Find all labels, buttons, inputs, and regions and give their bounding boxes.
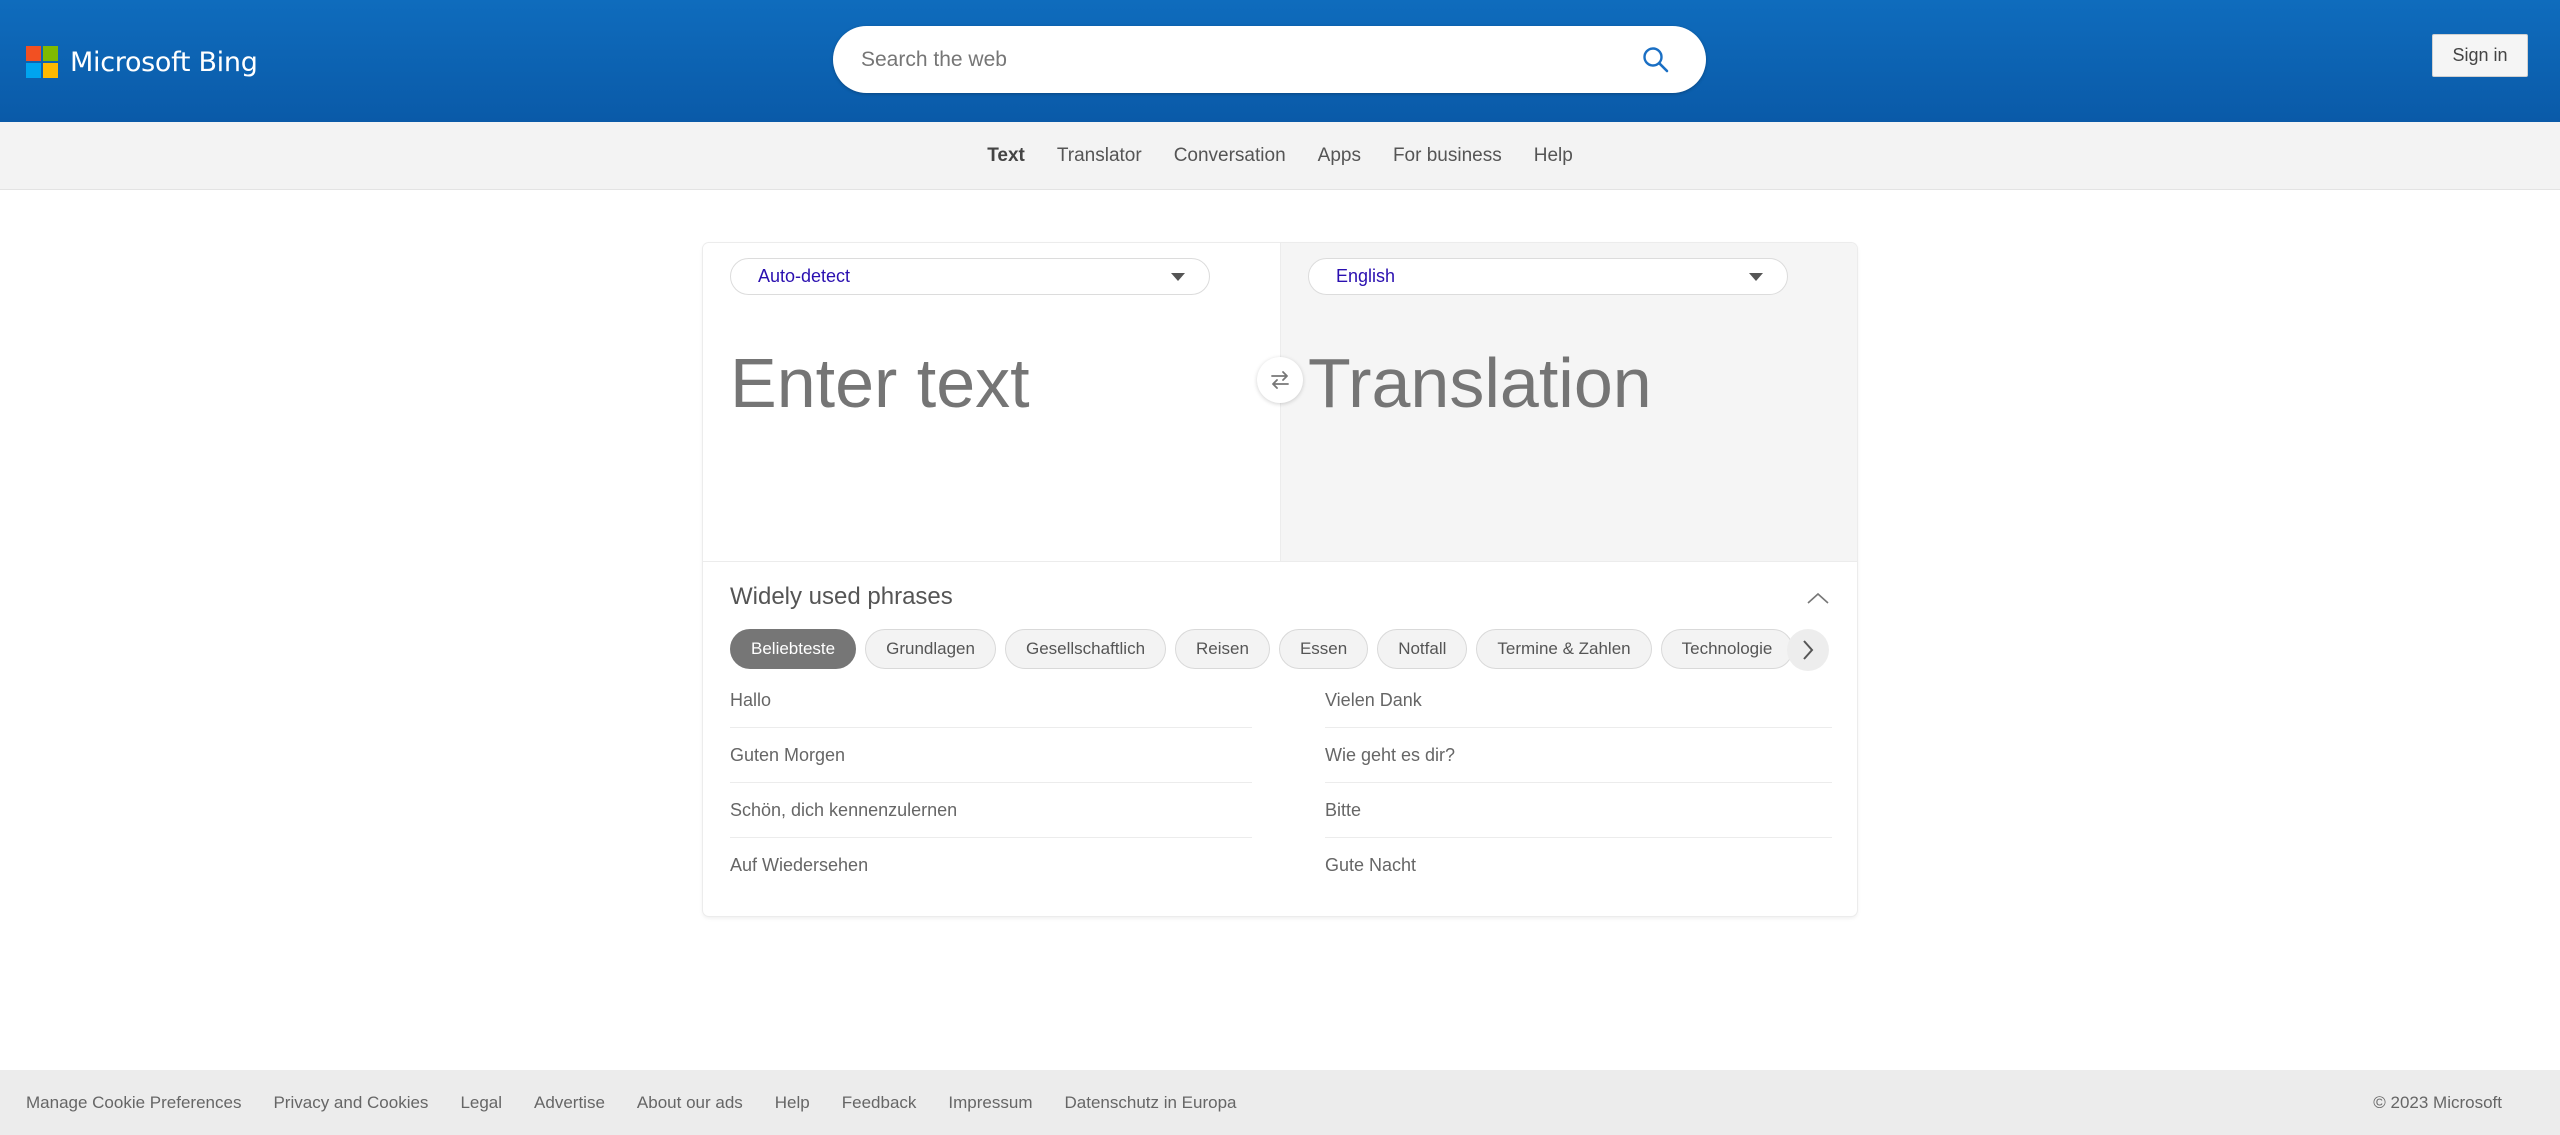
phrase-item[interactable]: Vielen Dank <box>1325 673 1832 728</box>
phrase-item[interactable]: Bitte <box>1325 783 1832 838</box>
source-text-input[interactable] <box>730 343 1230 533</box>
translator-nav: Text Translator Conversation Apps For bu… <box>0 122 2560 190</box>
footer-link-impressum[interactable]: Impressum <box>948 1093 1032 1113</box>
nav-tab-conversation[interactable]: Conversation <box>1174 145 1286 167</box>
page-footer: Manage Cookie Preferences Privacy and Co… <box>0 1070 2560 1135</box>
footer-link-datenschutz[interactable]: Datenschutz in Europa <box>1065 1093 1237 1113</box>
swap-arrows-icon <box>1271 371 1289 389</box>
nav-tab-text[interactable]: Text <box>987 145 1025 167</box>
target-pane: English Translation <box>1280 243 1857 561</box>
footer-link-privacy-and-cookies[interactable]: Privacy and Cookies <box>273 1093 428 1113</box>
phrase-list-right: Vielen Dank Wie geht es dir? Bitte Gute … <box>1325 673 1832 893</box>
copyright: © 2023 Microsoft <box>2373 1092 2502 1112</box>
phrases-title: Widely used phrases <box>730 583 953 610</box>
sign-in-button[interactable]: Sign in <box>2432 34 2528 77</box>
phrase-category-tabs: Beliebteste Grundlagen Gesellschaftlich Rei… <box>730 629 1832 671</box>
source-language-select[interactable]: Auto-detect <box>730 258 1210 295</box>
source-pane: Auto-detect <box>703 243 1280 561</box>
swap-languages-button[interactable] <box>1257 357 1303 403</box>
nav-tab-translator[interactable]: Translator <box>1057 145 1142 167</box>
category-chip-beliebteste[interactable]: Beliebteste <box>730 629 857 669</box>
category-chip-essen[interactable]: Essen <box>1278 629 1369 669</box>
footer-link-about-our-ads[interactable]: About our ads <box>637 1093 743 1113</box>
translation-output: Translation <box>1308 344 1652 422</box>
phrase-item[interactable]: Wie geht es dir? <box>1325 728 1832 783</box>
nav-tab-for-business[interactable]: For business <box>1393 145 1502 167</box>
category-chip-termine-zahlen[interactable]: Termine & Zahlen <box>1476 629 1652 669</box>
source-language-label: Auto-detect <box>758 266 851 286</box>
footer-link-feedback[interactable]: Feedback <box>842 1093 917 1113</box>
footer-links: Manage Cookie Preferences Privacy and Co… <box>26 1093 1269 1113</box>
nav-tab-apps[interactable]: Apps <box>1318 145 1361 167</box>
chevron-up-icon <box>1807 592 1829 604</box>
nav-tab-help[interactable]: Help <box>1534 145 1573 167</box>
divider <box>703 561 1857 562</box>
search-icon <box>1643 46 1669 72</box>
category-chip-notfall[interactable]: Notfall <box>1377 629 1468 669</box>
collapse-phrases-button[interactable] <box>1803 583 1833 613</box>
search-button[interactable] <box>1636 40 1676 80</box>
translator-card: Auto-detect English Translation Widely u… <box>703 243 1857 916</box>
category-chip-grundlagen[interactable]: Grundlagen <box>865 629 996 669</box>
phrase-item[interactable]: Schön, dich kennenzulernen <box>730 783 1252 838</box>
footer-link-advertise[interactable]: Advertise <box>534 1093 605 1113</box>
footer-link-help[interactable]: Help <box>775 1093 810 1113</box>
phrase-item[interactable]: Auf Wiedersehen <box>730 838 1252 893</box>
phrase-item[interactable]: Hallo <box>730 673 1252 728</box>
category-chip-reisen[interactable]: Reisen <box>1175 629 1270 669</box>
target-language-label: English <box>1336 266 1396 286</box>
phrase-list-left: Hallo Guten Morgen Schön, dich kennenzul… <box>730 673 1252 893</box>
target-language-select[interactable]: English <box>1308 258 1788 295</box>
chevron-down-icon <box>1749 272 1763 281</box>
chevron-right-icon <box>1803 640 1814 660</box>
next-categories-button[interactable] <box>1787 629 1829 671</box>
footer-link-legal[interactable]: Legal <box>460 1093 502 1113</box>
logo-text: Microsoft Bing <box>70 46 258 78</box>
top-header: Microsoft Bing Sign in <box>0 0 2560 122</box>
search-input[interactable] <box>861 47 1636 72</box>
category-chip-technologie[interactable]: Technologie <box>1660 629 1794 669</box>
phrase-item[interactable]: Guten Morgen <box>730 728 1252 783</box>
phrase-item[interactable]: Gute Nacht <box>1325 838 1832 893</box>
category-chip-gesellschaftlich[interactable]: Gesellschaftlich <box>1004 629 1167 669</box>
microsoft-logo-icon <box>26 46 58 78</box>
footer-link-manage-cookie-preferences[interactable]: Manage Cookie Preferences <box>26 1093 241 1113</box>
chevron-down-icon <box>1171 272 1185 281</box>
search-box <box>833 26 1706 93</box>
bing-logo[interactable]: Microsoft Bing <box>26 46 258 78</box>
